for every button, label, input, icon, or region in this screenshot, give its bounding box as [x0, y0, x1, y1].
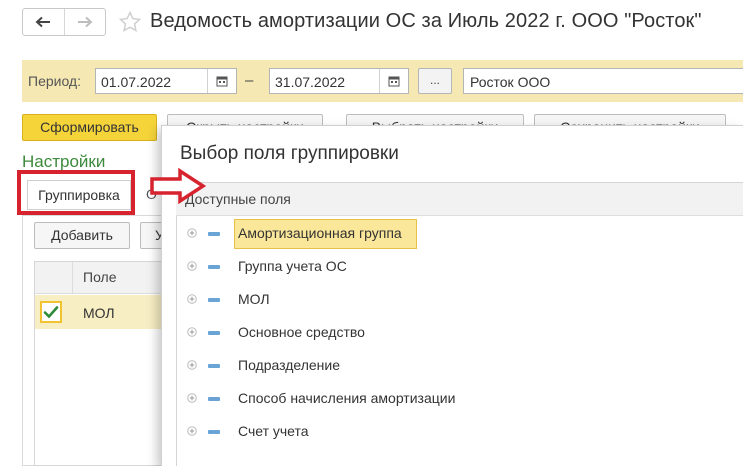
add-button[interactable]: Добавить: [34, 222, 130, 249]
period-label: Период:: [28, 73, 81, 89]
grouping-tab-highlight: [17, 170, 135, 215]
field-icon: [208, 430, 220, 434]
period-start-value: 01.07.2022: [101, 74, 172, 90]
navigation-buttons: [22, 8, 106, 36]
back-button[interactable]: [23, 9, 64, 35]
period-separator: –: [245, 72, 254, 89]
organization-value: Росток ООО: [470, 74, 551, 90]
field-icon: [208, 232, 220, 236]
arrow-right-icon: [77, 16, 93, 28]
settings-title: Настройки: [22, 152, 106, 171]
expand-icon[interactable]: [187, 261, 197, 271]
organization-field[interactable]: Росток ООО: [463, 68, 743, 94]
expand-icon[interactable]: [187, 327, 197, 337]
field-label: Подразделение: [238, 357, 341, 373]
dialog-title: Выбор поля группировки: [180, 143, 399, 164]
field-icon: [208, 331, 220, 335]
field-icon: [208, 397, 220, 401]
row-field-label: МОЛ: [83, 305, 115, 321]
field-label: Группа учета ОС: [238, 258, 347, 274]
annotation-arrow-icon: [150, 168, 206, 204]
calendar-icon: [388, 76, 400, 87]
field-label: Способ начисления амортизации: [238, 390, 456, 406]
field-icon: [208, 265, 220, 269]
expand-icon[interactable]: [187, 360, 197, 370]
row-checkbox[interactable]: [40, 301, 62, 323]
calendar-button[interactable]: [379, 69, 408, 93]
period-end-field[interactable]: 31.07.2022: [269, 68, 409, 94]
expand-icon[interactable]: [187, 426, 197, 436]
field-label: Счет учета: [238, 423, 309, 439]
expand-icon[interactable]: [187, 228, 197, 238]
column-divider: [72, 262, 73, 294]
generate-button[interactable]: Сформировать: [22, 114, 157, 141]
expand-icon[interactable]: [187, 294, 197, 304]
star-icon: [118, 10, 142, 32]
field-label: МОЛ: [238, 291, 270, 307]
checkmark-icon: [43, 306, 59, 319]
period-more-button[interactable]: ...: [418, 68, 452, 94]
expand-icon[interactable]: [187, 393, 197, 403]
forward-button[interactable]: [63, 9, 106, 35]
field-label: Амортизационная группа: [238, 225, 402, 241]
field-label: Основное средство: [238, 324, 365, 340]
field-icon: [208, 298, 220, 302]
favorite-button[interactable]: [118, 10, 142, 34]
field-icon: [208, 364, 220, 368]
arrow-left-icon: [35, 16, 51, 28]
page-title: Ведомость амортизации ОС за Июль 2022 г.…: [150, 10, 702, 32]
column-header-field: Поле: [83, 269, 117, 285]
period-start-field[interactable]: 01.07.2022: [95, 68, 237, 94]
calendar-icon: [216, 76, 228, 87]
calendar-button[interactable]: [207, 69, 236, 93]
period-end-value: 31.07.2022: [275, 74, 346, 90]
